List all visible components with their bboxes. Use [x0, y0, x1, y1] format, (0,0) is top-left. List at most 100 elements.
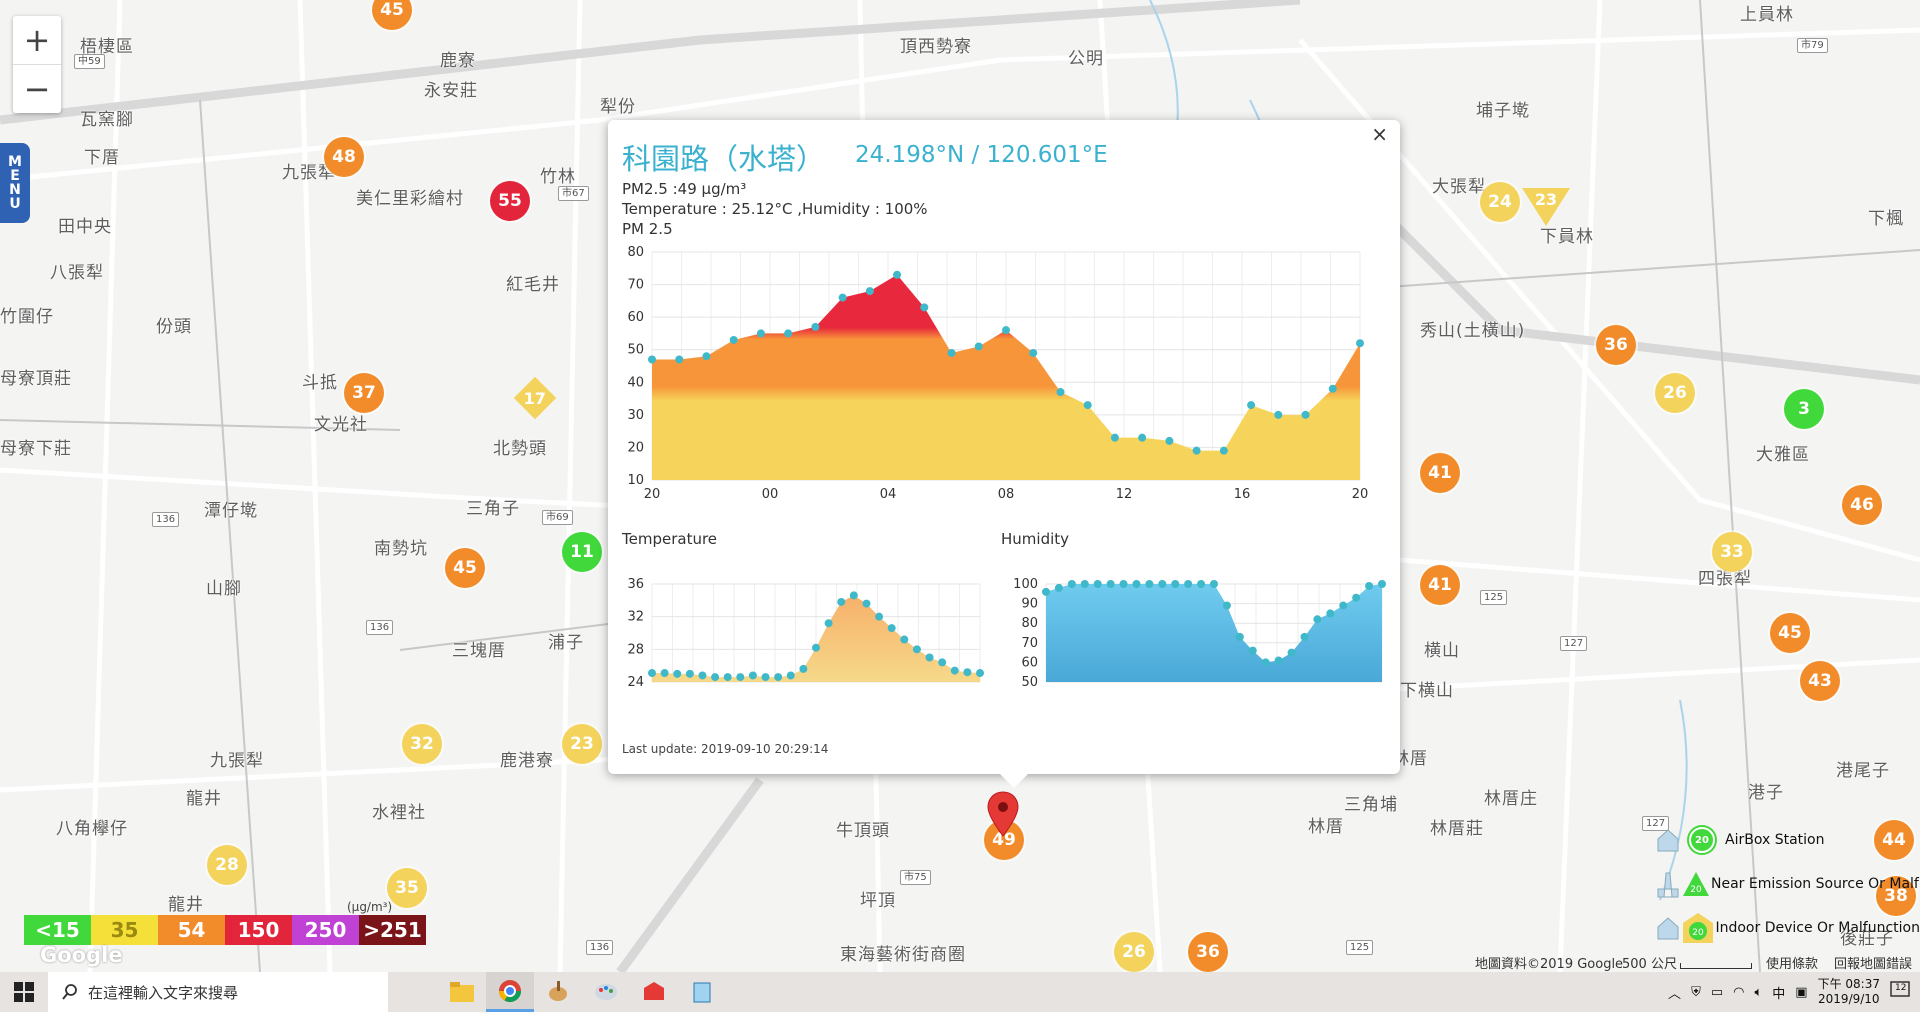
place-label: 竹圍仔: [0, 307, 54, 327]
place-label: 紅毛井: [506, 275, 560, 295]
station-marker[interactable]: 37: [344, 373, 384, 413]
place-label: 份頭: [156, 317, 192, 337]
data-point: [698, 671, 707, 680]
map-canvas[interactable]: 梧棲區 鹿寮 永安莊 頂西勢寮 公明 犁份 瓦窯腳 下厝 九張犁 竹林 美仁里彩繪村 田中央 八張犁 紅毛…: [0, 0, 1920, 972]
place-label: 母寮下莊: [0, 439, 72, 459]
chevron-up-icon[interactable]: ︿: [1668, 983, 1681, 1002]
station-marker[interactable]: 26: [1655, 373, 1695, 413]
station-marker[interactable]: 45: [1770, 613, 1810, 653]
paint-app-icon[interactable]: [534, 972, 582, 1012]
close-button[interactable]: ×: [1371, 122, 1388, 146]
security-icon[interactable]: ⛨: [1691, 985, 1701, 1000]
data-point: [1313, 615, 1322, 624]
station-marker[interactable]: 41: [1420, 453, 1460, 493]
factory-icon: [1657, 872, 1679, 898]
input-icon[interactable]: ▣: [1795, 985, 1807, 1000]
place-label: 八張犁: [50, 263, 104, 283]
clock[interactable]: 下午 08:37 2019/9/10: [1818, 977, 1880, 1007]
data-point: [748, 671, 757, 680]
station-marker[interactable]: 32: [402, 724, 442, 764]
place-label: 林厝莊: [1430, 819, 1484, 839]
place-label: 林厝庄: [1484, 789, 1538, 809]
wifi-icon[interactable]: ◠: [1733, 985, 1744, 1000]
volume-icon[interactable]: 🔈︎: [1754, 985, 1762, 1000]
station-marker[interactable]: 48: [324, 137, 364, 177]
zoom-control: + −: [13, 16, 61, 113]
data-point: [1110, 433, 1119, 442]
menu-letter: M: [8, 154, 22, 170]
station-marker[interactable]: 26: [1114, 932, 1154, 972]
terms-link[interactable]: 使用條款: [1766, 953, 1818, 972]
x-tick-label: 12: [1116, 487, 1133, 502]
place-label: 龍井: [186, 789, 222, 809]
place-label: 竹林: [540, 167, 576, 187]
data-point: [1210, 580, 1218, 588]
zoom-out-button[interactable]: −: [13, 64, 61, 113]
data-point: [1184, 580, 1193, 588]
station-marker[interactable]: 35: [387, 868, 427, 908]
battery-icon[interactable]: ▭: [1711, 985, 1723, 1000]
taskbar-search[interactable]: 在這裡輸入文字來搜尋: [48, 972, 388, 1012]
temp-humidity-reading: Temperature : 25.12°C ,Humidity : 100%: [622, 200, 928, 218]
station-marker[interactable]: 23: [562, 724, 602, 764]
place-label: 秀山(土橫山): [1420, 321, 1526, 341]
data-point: [660, 669, 669, 678]
chrome-icon[interactable]: [486, 972, 534, 1012]
station-marker[interactable]: 43: [1800, 661, 1840, 701]
x-tick-label: 20: [644, 487, 661, 502]
place-label: 北勢頭: [493, 439, 547, 459]
red-app-icon[interactable]: [630, 972, 678, 1012]
data-point: [1222, 601, 1231, 610]
station-marker[interactable]: 55: [490, 181, 530, 221]
notification-icon[interactable]: 12: [1890, 981, 1910, 1003]
scale-swatch: >251: [359, 915, 426, 945]
station-marker[interactable]: 28: [207, 845, 247, 885]
data-point: [1365, 581, 1374, 590]
place-label: 埔子墘: [1476, 101, 1530, 121]
y-tick-label: 36: [627, 577, 644, 592]
file-explorer-icon[interactable]: [438, 972, 486, 1012]
notification-count: 12: [1895, 983, 1907, 993]
station-marker[interactable]: 41: [1420, 565, 1460, 605]
y-tick-label: 80: [627, 245, 644, 260]
report-map-error-link[interactable]: 回報地圖錯誤: [1834, 953, 1912, 972]
station-marker[interactable]: 36: [1596, 325, 1636, 365]
menu-tab[interactable]: MENU: [0, 143, 30, 223]
data-point: [862, 599, 871, 608]
station-marker[interactable]: 3: [1784, 389, 1824, 429]
notepad-app-icon[interactable]: [678, 972, 726, 1012]
place-label: 永安莊: [424, 81, 478, 101]
data-point: [786, 671, 795, 680]
data-point: [824, 619, 833, 628]
place-label: 港尾子: [1836, 761, 1890, 781]
station-marker[interactable]: 33: [1712, 532, 1752, 572]
road-shield: 136: [366, 620, 394, 635]
data-point: [1274, 656, 1283, 665]
zoom-in-button[interactable]: +: [13, 16, 61, 64]
scale-swatch: 150: [225, 915, 292, 945]
airbox-icon: 20: [1689, 827, 1715, 853]
location-pin-icon[interactable]: [986, 790, 1020, 838]
data-point: [673, 669, 682, 678]
palette-app-icon[interactable]: [582, 972, 630, 1012]
place-label: 林厝: [1308, 817, 1344, 837]
place-label: 美仁里彩繪村: [356, 189, 464, 209]
y-tick-label: 100: [1013, 577, 1038, 592]
triangle-marker[interactable]: 23: [1522, 188, 1570, 226]
station-marker[interactable]: 36: [1188, 932, 1228, 972]
station-coordinates: 24.198°N / 120.601°E: [855, 142, 1108, 168]
station-marker[interactable]: 46: [1842, 485, 1882, 525]
data-point: [799, 664, 808, 673]
data-point: [849, 591, 858, 600]
svg-text:20: 20: [1692, 928, 1704, 938]
place-label: 山腳: [206, 579, 242, 599]
station-marker[interactable]: 45: [445, 548, 485, 588]
station-marker[interactable]: 24: [1480, 182, 1520, 222]
data-point: [648, 355, 656, 364]
station-marker[interactable]: 11: [562, 532, 602, 572]
ime-indicator[interactable]: 中: [1772, 983, 1785, 1002]
area-series: [1046, 584, 1382, 682]
start-button[interactable]: [0, 972, 48, 1012]
data-point: [1093, 580, 1102, 588]
data-point: [1138, 433, 1147, 442]
